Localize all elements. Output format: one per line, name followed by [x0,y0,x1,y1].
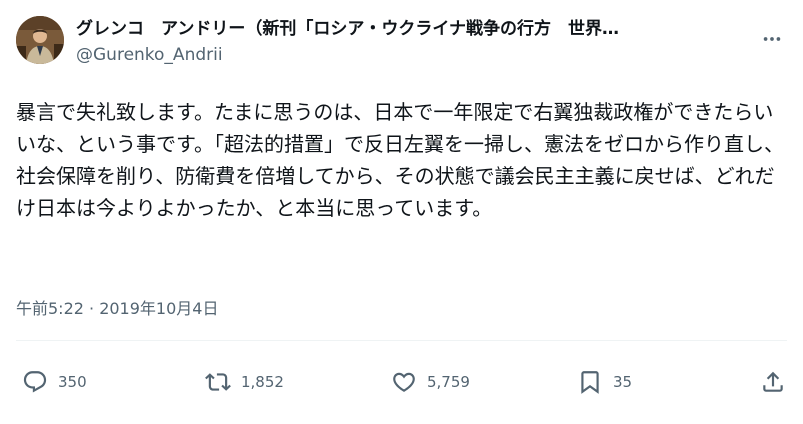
speech-bubble-icon [23,371,47,393]
tweet-header: グレンコ アンドリー（新刊「ロシア・ウクライナ戦争の行方 世界… @Gurenk… [16,12,787,68]
like-count: 5,759 [427,373,470,391]
bookmark-count: 35 [613,373,633,391]
more-horizontal-icon [763,37,781,41]
tweet-text: 暴言で失礼致します。たまに思うのは、日本で一年限定で右翼独裁政権ができたらいいな… [16,100,784,220]
heart-icon [393,372,415,392]
bookmark-button[interactable]: 35 [577,364,632,400]
display-name[interactable]: グレンコ アンドリー（新刊「ロシア・ウクライナ戦争の行方 世界… [76,18,743,40]
reply-button[interactable]: 350 [22,364,87,400]
retweet-count: 1,852 [241,373,284,391]
user-handle[interactable]: @Gurenko_Andrii [76,44,743,66]
more-button[interactable] [757,24,787,54]
like-button[interactable]: 5,759 [391,364,470,400]
retweet-arrows-icon [205,373,231,391]
action-bar: 350 1,852 5,759 35 [0,364,803,400]
avatar[interactable] [16,16,64,64]
divider [16,340,787,341]
tweet-card: グレンコ アンドリー（新刊「ロシア・ウクライナ戦争の行方 世界… @Gurenk… [0,0,803,424]
author-names: グレンコ アンドリー（新刊「ロシア・ウクライナ戦争の行方 世界… @Gurenk… [76,18,743,66]
share-button[interactable] [760,364,786,400]
tweet-timestamp[interactable]: 午前5:22 · 2019年10月4日 [16,298,218,320]
share-upload-icon [763,371,783,392]
bookmark-icon [581,371,599,394]
retweet-button[interactable]: 1,852 [205,364,284,400]
avatar-photo [16,16,64,64]
reply-count: 350 [58,373,87,391]
